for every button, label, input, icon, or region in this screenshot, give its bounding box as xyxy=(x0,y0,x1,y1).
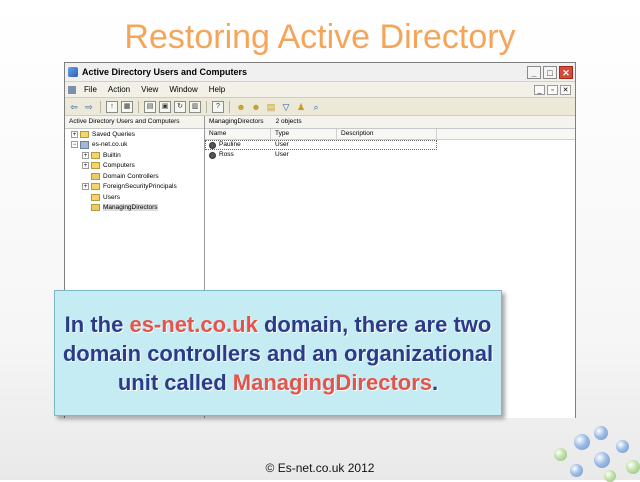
tree-item-computers[interactable]: + Computers xyxy=(65,161,204,172)
child-restore-button[interactable]: ▫ xyxy=(547,84,558,95)
expand-toggle[interactable]: + xyxy=(82,162,89,170)
column-description[interactable]: Description xyxy=(337,129,437,139)
menu-action[interactable]: Action xyxy=(108,85,130,94)
folder-icon xyxy=(91,183,100,191)
window-titlebar[interactable]: Active Directory Users and Computers _ □… xyxy=(65,63,575,82)
menu-file[interactable]: File xyxy=(84,85,97,94)
menu-window[interactable]: Window xyxy=(169,85,197,94)
caption-text: In the es-net.co.uk domain, there are tw… xyxy=(62,311,494,395)
tree-item-domain[interactable]: − es-net.co.uk xyxy=(65,140,204,151)
folder-icon xyxy=(80,130,89,138)
ou-folder-icon xyxy=(91,204,100,212)
expand-toggle[interactable]: + xyxy=(82,183,89,191)
child-minimize-button[interactable]: _ xyxy=(534,84,545,95)
column-name[interactable]: Name xyxy=(205,129,271,139)
menu-help[interactable]: Help xyxy=(209,85,225,94)
child-window-controls: _ ▫ ✕ xyxy=(534,84,575,95)
filter-icon[interactable]: ▽ xyxy=(280,101,292,113)
minimize-button[interactable]: _ xyxy=(527,65,541,79)
help-icon[interactable]: ? xyxy=(212,100,224,113)
menu-view[interactable]: View xyxy=(141,85,158,94)
new-ou-icon[interactable]: ▤ xyxy=(265,101,277,113)
caption-highlight-domain: es-net.co.uk xyxy=(129,311,258,337)
child-close-button[interactable]: ✕ xyxy=(560,84,571,95)
expand-toggle[interactable]: − xyxy=(71,141,78,149)
slide-title: Restoring Active Directory xyxy=(124,18,516,56)
new-user-icon[interactable]: ☻ xyxy=(235,101,247,113)
delete-icon[interactable]: ▤ xyxy=(144,100,156,113)
column-type[interactable]: Type xyxy=(271,129,337,139)
window-controls: _ □ ✕ xyxy=(527,65,575,79)
caption-callout: In the es-net.co.uk domain, there are tw… xyxy=(54,290,502,416)
forward-arrow-icon[interactable]: ⇨ xyxy=(83,101,95,113)
domain-icon xyxy=(80,140,89,149)
container-name: ManagingDirectors xyxy=(209,118,264,125)
folder-icon xyxy=(91,151,100,159)
user-icon xyxy=(209,151,216,159)
close-button[interactable]: ✕ xyxy=(559,65,573,79)
expand-toggle[interactable]: + xyxy=(71,130,78,138)
column-headers: Name Type Description xyxy=(205,129,575,140)
refresh-icon[interactable]: ↻ xyxy=(174,100,186,113)
details-header: ManagingDirectors 2 objects xyxy=(205,116,575,129)
toolbar: ⇦ ⇨ ↑ ▦ ▤ ▣ ↻ ▥ ? ☻ ☻ ▤ ▽ ♟ ⌕ xyxy=(65,98,575,116)
tree-item-foreign-security-principals[interactable]: + ForeignSecurityPrincipals xyxy=(65,182,204,193)
decorative-dots xyxy=(540,420,640,482)
properties-icon[interactable]: ▣ xyxy=(159,100,171,113)
new-group-icon[interactable]: ☻ xyxy=(250,101,262,113)
show-tree-icon[interactable]: ▦ xyxy=(121,100,133,113)
user-icon xyxy=(209,141,216,149)
tree-item-domain-controllers[interactable]: Domain Controllers xyxy=(65,171,204,182)
ou-folder-icon xyxy=(91,172,100,180)
app-icon xyxy=(68,67,78,77)
table-row[interactable]: Pauline User xyxy=(205,140,437,150)
tree-item-saved-queries[interactable]: + Saved Queries xyxy=(65,129,204,140)
tree-item-managing-directors[interactable]: ManagingDirectors xyxy=(65,203,204,214)
window-title: Active Directory Users and Computers xyxy=(82,67,248,77)
object-count: 2 objects xyxy=(275,118,302,125)
folder-icon xyxy=(91,162,100,170)
tree-item-users[interactable]: Users xyxy=(65,192,204,203)
caption-highlight-ou: ManagingDirectors xyxy=(232,369,433,395)
menu-bar: File Action View Window Help _ ▫ ✕ xyxy=(65,82,575,98)
console-icon[interactable] xyxy=(68,85,76,94)
find-icon[interactable]: ⌕ xyxy=(310,101,322,113)
add-to-group-icon[interactable]: ♟ xyxy=(295,101,307,113)
tree-item-builtin[interactable]: + Builtin xyxy=(65,150,204,161)
back-arrow-icon[interactable]: ⇦ xyxy=(68,101,80,113)
expand-toggle[interactable]: + xyxy=(82,151,89,159)
folder-icon xyxy=(91,193,100,201)
table-row[interactable]: Ross User xyxy=(205,150,575,160)
export-list-icon[interactable]: ▥ xyxy=(189,100,201,113)
maximize-button[interactable]: □ xyxy=(543,65,557,79)
up-level-icon[interactable]: ↑ xyxy=(106,100,118,113)
tree-header: Active Directory Users and Computers xyxy=(65,116,204,129)
